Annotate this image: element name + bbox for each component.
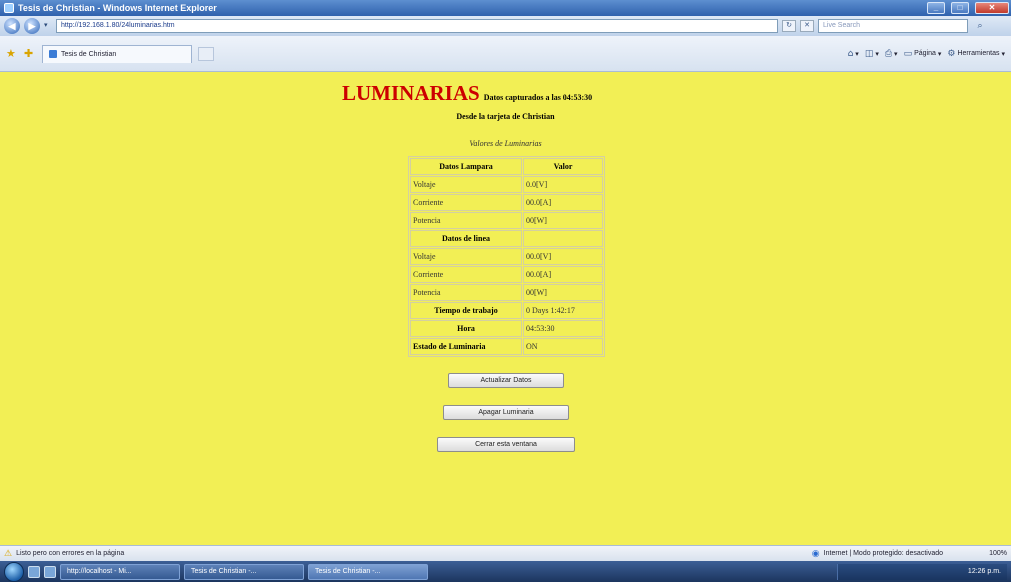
table-section-row: Datos de linea xyxy=(410,230,603,247)
tab-bar: ★ ✚ Tesis de Christian ⌂ ▾ ◫ ▾ ⎙ ▾ ▭ Página ▾… xyxy=(0,36,1011,72)
row-label: Corriente xyxy=(410,266,522,283)
row-value: 0.0[V] xyxy=(523,176,603,193)
turn-off-luminaire-button[interactable]: Apagar Luminaria xyxy=(443,405,569,420)
row-label-hour: Hora xyxy=(410,320,522,337)
window-titlebar: Tesis de Christian - Windows Internet Ex… xyxy=(0,0,1011,16)
window-title: Tesis de Christian - Windows Internet Ex… xyxy=(18,3,217,13)
section-datos-de-linea: Datos de linea xyxy=(410,230,522,247)
table-row: Estado de Luminaria ON xyxy=(410,338,603,355)
taskbar-item[interactable]: http://localhost - Mi... xyxy=(60,563,180,580)
start-button[interactable] xyxy=(4,561,24,582)
row-label: Voltaje xyxy=(410,248,522,265)
back-arrow-icon[interactable]: ◀ xyxy=(4,18,20,34)
page-title: LUMINARIAS xyxy=(342,81,480,105)
header-datos-lampara: Datos Lampara xyxy=(410,158,522,175)
page-favicon-icon xyxy=(49,50,57,58)
page-heading: LUMINARIAS Datos capturados a las 04:53:3… xyxy=(342,81,592,106)
row-value: 00[W] xyxy=(523,284,603,301)
page-subtitle: Desde la tarjeta de Christian xyxy=(456,112,555,121)
minimize-button[interactable]: _ xyxy=(927,2,945,14)
print-icon: ⎙ xyxy=(884,48,893,59)
page-content: LUMINARIAS Datos capturados a las 04:53:3… xyxy=(0,72,1011,545)
history-dropdown-icon[interactable]: ▾ xyxy=(44,21,52,31)
address-bar: ◀ ▶ ▾ http://192.168.1.80/24luminarias.h… xyxy=(0,16,1011,36)
add-favorite-icon[interactable]: ✚ xyxy=(24,47,36,60)
table-row: Voltaje 0.0[V] xyxy=(410,176,603,193)
table-row: Tiempo de trabajo 0 Days 1:42:17 xyxy=(410,302,603,319)
tools-menu[interactable]: ⚙ Herramientas ▾ xyxy=(947,49,1005,59)
page-menu[interactable]: ▭ Página ▾ xyxy=(904,49,942,59)
row-value-hour: 04:53:30 xyxy=(523,320,603,337)
home-button[interactable]: ⌂ ▾ xyxy=(848,49,859,59)
status-bar: ⚠ Listo pero con errores en la página ◉ … xyxy=(0,545,1011,561)
status-message: Listo pero con errores en la página xyxy=(16,550,125,557)
row-value-status: ON xyxy=(523,338,603,355)
page-menu-label: Página xyxy=(914,50,936,57)
rss-icon: ◫ xyxy=(864,48,874,59)
table-caption: Valores de Luminarias xyxy=(469,139,542,148)
maximize-button[interactable]: □ xyxy=(951,2,969,14)
row-value: 00.0[A] xyxy=(523,194,603,211)
row-label: Potencia xyxy=(410,212,522,229)
feeds-button[interactable]: ◫ ▾ xyxy=(865,49,879,59)
forward-arrow-icon[interactable]: ▶ xyxy=(24,18,40,34)
row-label: Voltaje xyxy=(410,176,522,193)
row-value: 00.0[A] xyxy=(523,266,603,283)
close-window-button[interactable]: ✕ xyxy=(975,2,1009,14)
ie-icon xyxy=(4,3,14,13)
row-value: 00[W] xyxy=(523,212,603,229)
system-tray-clock[interactable]: 12:26 p.m. xyxy=(837,563,1007,580)
internet-zone-icon: ◉ xyxy=(811,548,820,559)
new-tab-button[interactable] xyxy=(198,46,214,61)
table-row: Corriente 00.0[A] xyxy=(410,194,603,211)
table-row: Corriente 00.0[A] xyxy=(410,266,603,283)
url-input[interactable]: http://192.168.1.80/24luminarias.htm xyxy=(56,19,778,33)
empty-cell xyxy=(523,230,603,247)
row-value: 00.0[V] xyxy=(523,248,603,265)
row-label: Potencia xyxy=(410,284,522,301)
refresh-icon[interactable]: ↻ xyxy=(782,20,796,32)
taskbar-item[interactable]: Tesis de Christian -... xyxy=(184,563,304,580)
stop-icon[interactable]: ✕ xyxy=(800,20,814,32)
table-row: Hora 04:53:30 xyxy=(410,320,603,337)
search-icon[interactable]: ⌕ xyxy=(972,19,988,33)
show-desktop-icon[interactable] xyxy=(28,565,40,578)
page-icon: ▭ xyxy=(903,48,913,59)
close-window-page-button[interactable]: Cerrar esta ventana xyxy=(437,437,575,452)
ie-quicklaunch-icon[interactable] xyxy=(44,565,56,578)
row-label: Corriente xyxy=(410,194,522,211)
taskbar: http://localhost - Mi... Tesis de Christ… xyxy=(0,561,1011,582)
capture-time: Datos capturados a las 04:53:30 xyxy=(483,93,593,102)
security-zone[interactable]: Internet | Modo protegido: desactivado xyxy=(824,550,943,557)
update-data-button[interactable]: Actualizar Datos xyxy=(448,373,564,388)
search-input[interactable]: Live Search xyxy=(818,19,968,33)
table-row: Potencia 00[W] xyxy=(410,284,603,301)
favorites-star-icon[interactable]: ★ xyxy=(6,47,18,60)
values-table: Datos Lampara Valor Voltaje 0.0[V] Corri… xyxy=(408,156,605,357)
row-label-status: Estado de Luminaria xyxy=(410,338,522,355)
taskbar-item-active[interactable]: Tesis de Christian -... xyxy=(308,563,428,580)
zoom-level[interactable]: 100% xyxy=(947,550,1007,557)
tab-label: Tesis de Christian xyxy=(61,50,117,58)
tools-menu-label: Herramientas xyxy=(957,50,1000,57)
gear-icon: ⚙ xyxy=(947,48,956,59)
tab-tesis-de-christian[interactable]: Tesis de Christian xyxy=(42,44,192,63)
table-row: Voltaje 00.0[V] xyxy=(410,248,603,265)
header-valor: Valor xyxy=(523,158,603,175)
warning-icon[interactable]: ⚠ xyxy=(4,549,12,559)
table-header-row: Datos Lampara Valor xyxy=(410,158,603,175)
row-value-work-time: 0 Days 1:42:17 xyxy=(523,302,603,319)
home-icon: ⌂ xyxy=(847,48,854,59)
row-label-work-time: Tiempo de trabajo xyxy=(410,302,522,319)
print-button[interactable]: ⎙ ▾ xyxy=(885,49,898,59)
table-row: Potencia 00[W] xyxy=(410,212,603,229)
